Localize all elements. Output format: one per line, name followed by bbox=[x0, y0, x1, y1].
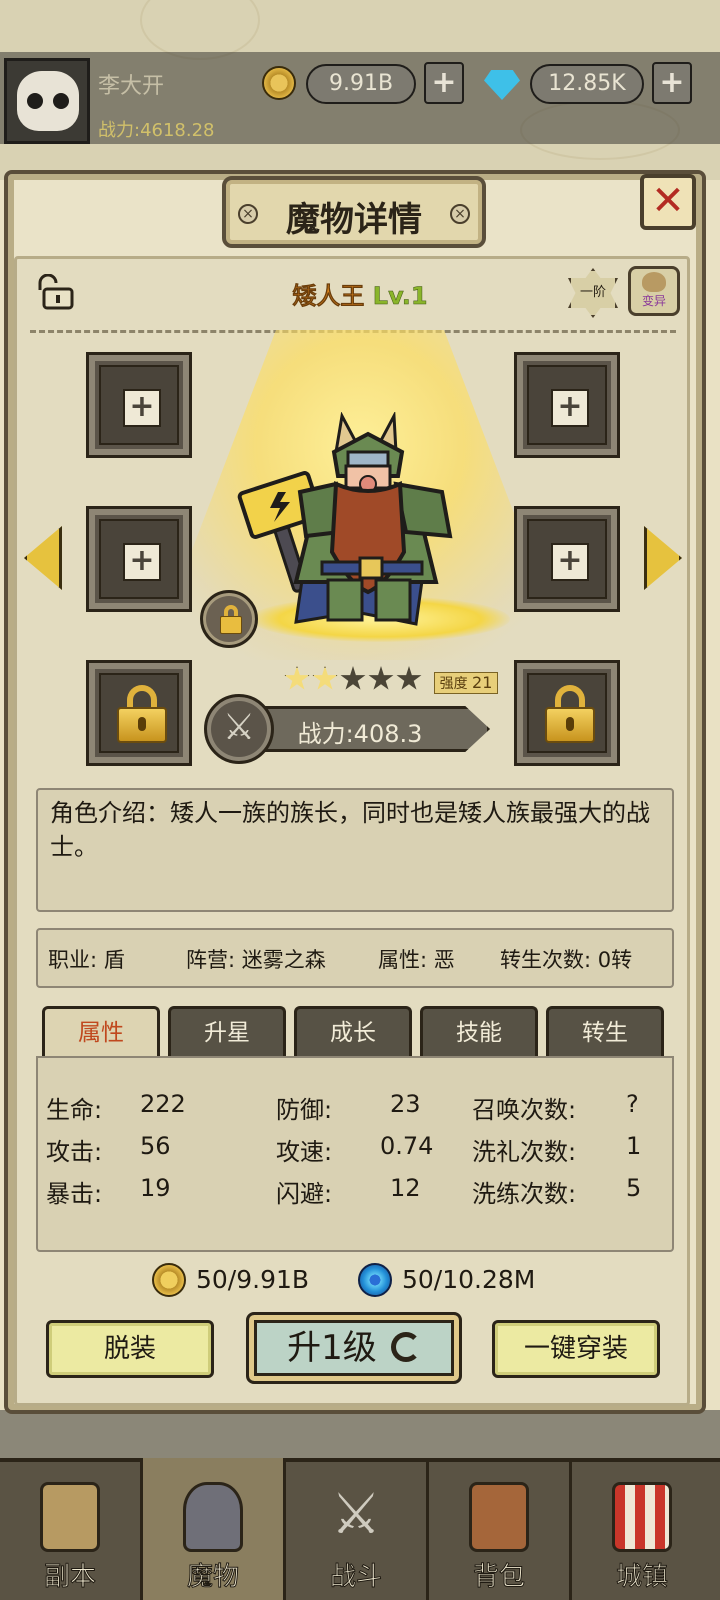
nav-label: 城镇 bbox=[615, 1562, 668, 1593]
star-icon bbox=[396, 666, 422, 690]
tab-attributes[interactable]: 属性 bbox=[42, 1006, 160, 1060]
monster-level: Lv.1 bbox=[372, 282, 428, 311]
screw-icon: × bbox=[450, 204, 470, 224]
plus-icon: + bbox=[551, 389, 589, 427]
star-icon bbox=[340, 666, 366, 690]
gold-coin-icon bbox=[152, 1263, 186, 1297]
stats-panel: 生命: 222 攻击: 56 暴击: 19 防御: 23 攻速: 0.74 闪避… bbox=[36, 1056, 674, 1252]
stat-value: 23 bbox=[390, 1090, 421, 1118]
equipment-slot-1[interactable]: + bbox=[86, 352, 192, 458]
attribute-info: 属性: 恶 bbox=[378, 948, 455, 972]
mutate-button[interactable]: 变异 bbox=[628, 266, 680, 316]
level-up-label: 升1级 bbox=[287, 1328, 377, 1368]
tab-rebirth[interactable]: 转生 bbox=[546, 1006, 664, 1060]
stat-value: 56 bbox=[140, 1132, 171, 1160]
essence-cost-value: 50/10.28M bbox=[402, 1265, 536, 1294]
strength-badge: 强度 21 bbox=[434, 672, 498, 694]
stat-label: 召唤次数: bbox=[472, 1096, 577, 1124]
auto-equip-button[interactable]: 一键穿装 bbox=[492, 1320, 660, 1378]
mutate-label: 变异 bbox=[641, 294, 666, 308]
stat-label: 攻速: bbox=[276, 1138, 333, 1166]
padlock-icon bbox=[545, 685, 595, 743]
player-power: 战力:4618.28 bbox=[98, 120, 215, 141]
star-icon bbox=[368, 666, 394, 690]
detail-tabs: 属性 升星 成长 技能 转生 bbox=[42, 1006, 666, 1060]
star-icon bbox=[312, 666, 338, 690]
monster-description: 角色介绍：矮人一族的族长，同时也是矮人族最强大的战士。 bbox=[36, 788, 674, 912]
add-gold-button[interactable]: + bbox=[424, 62, 464, 104]
stat-value: 222 bbox=[140, 1090, 186, 1118]
strength-label: 强度 bbox=[439, 676, 468, 692]
plus-icon: + bbox=[551, 543, 589, 581]
stat-label: 生命: bbox=[46, 1096, 103, 1124]
skull-icon bbox=[17, 71, 79, 131]
monster-info-row: 职业: 盾 阵营: 迷雾之森 属性: 恶 转生次数: 0转 bbox=[36, 928, 674, 988]
essence-orb-icon bbox=[358, 1263, 392, 1297]
player-name: 李大开 bbox=[98, 74, 165, 99]
stat-value: ? bbox=[626, 1090, 639, 1118]
nav-label: 背包 bbox=[472, 1562, 525, 1593]
camp-info: 阵营: 迷雾之森 bbox=[186, 948, 326, 972]
add-gem-button[interactable]: + bbox=[652, 62, 692, 104]
tab-star-up[interactable]: 升星 bbox=[168, 1006, 286, 1060]
helmet-icon bbox=[183, 1482, 243, 1552]
equipment-slot-locked-2[interactable] bbox=[514, 660, 620, 766]
tab-skills[interactable]: 技能 bbox=[420, 1006, 538, 1060]
refresh-icon bbox=[390, 1332, 421, 1362]
star-icon bbox=[284, 666, 310, 690]
shop-icon bbox=[612, 1482, 672, 1552]
strength-value: 21 bbox=[472, 673, 493, 692]
stat-value: 19 bbox=[140, 1174, 171, 1202]
gold-amount: 9.91B bbox=[306, 64, 416, 104]
equipment-slot-2[interactable]: + bbox=[514, 352, 620, 458]
mutate-face-icon bbox=[642, 272, 666, 292]
stat-label: 暴击: bbox=[46, 1180, 103, 1208]
padlock-icon bbox=[117, 685, 167, 743]
stat-label: 攻击: bbox=[46, 1138, 103, 1166]
plus-icon: + bbox=[123, 543, 161, 581]
monster-name: 矮人王 bbox=[292, 282, 365, 311]
plus-icon: + bbox=[123, 389, 161, 427]
rebirth-info: 转生次数: 0转 bbox=[500, 948, 633, 972]
equipment-slot-4[interactable]: + bbox=[514, 506, 620, 612]
stat-value: 0.74 bbox=[380, 1132, 434, 1160]
equipment-slot-3[interactable]: + bbox=[86, 506, 192, 612]
modal-title-plate: × 魔物详情 × bbox=[222, 176, 486, 248]
nav-label: 魔物 bbox=[186, 1562, 239, 1593]
nav-monster[interactable]: 魔物 bbox=[143, 1458, 283, 1600]
nav-battle[interactable]: ⚔ 战斗 bbox=[286, 1458, 426, 1600]
gold-cost-value: 50/9.91B bbox=[196, 1265, 310, 1294]
player-avatar[interactable] bbox=[4, 58, 90, 144]
modal-title: 魔物详情 bbox=[286, 200, 422, 240]
unequip-button[interactable]: 脱装 bbox=[46, 1320, 214, 1378]
stat-label: 洗练次数: bbox=[472, 1180, 577, 1208]
stat-value: 1 bbox=[626, 1132, 642, 1160]
close-button[interactable]: ✕ bbox=[640, 174, 696, 230]
job-info: 职业: 盾 bbox=[48, 948, 125, 972]
stat-value: 12 bbox=[390, 1174, 421, 1202]
gem-amount: 12.85K bbox=[530, 64, 644, 104]
dwarf-king-character bbox=[237, 412, 453, 626]
star-rating bbox=[284, 666, 424, 696]
nav-dungeon[interactable]: 副本 bbox=[0, 1458, 140, 1600]
stat-label: 洗礼次数: bbox=[472, 1138, 577, 1166]
equipment-slot-locked-1[interactable] bbox=[86, 660, 192, 766]
tab-growth[interactable]: 成长 bbox=[294, 1006, 412, 1060]
level-up-button[interactable]: 升1级 bbox=[246, 1312, 462, 1384]
stat-value: 5 bbox=[626, 1174, 642, 1202]
background-bottom bbox=[0, 1410, 720, 1460]
nav-label: 副本 bbox=[43, 1562, 96, 1593]
crossed-swords-icon: ⚔ bbox=[330, 1482, 382, 1547]
backpack-icon bbox=[469, 1482, 529, 1552]
nav-label: 战斗 bbox=[329, 1562, 382, 1593]
nav-town[interactable]: 城镇 bbox=[572, 1458, 712, 1600]
stat-label: 防御: bbox=[276, 1096, 333, 1124]
crossed-swords-icon: ⚔ bbox=[204, 694, 274, 764]
nav-bag[interactable]: 背包 bbox=[429, 1458, 569, 1600]
monster-power: 战力:408.3 bbox=[297, 720, 423, 748]
map-icon bbox=[40, 1482, 100, 1552]
gold-coin-icon bbox=[262, 66, 296, 100]
stat-label: 闪避: bbox=[276, 1180, 333, 1208]
